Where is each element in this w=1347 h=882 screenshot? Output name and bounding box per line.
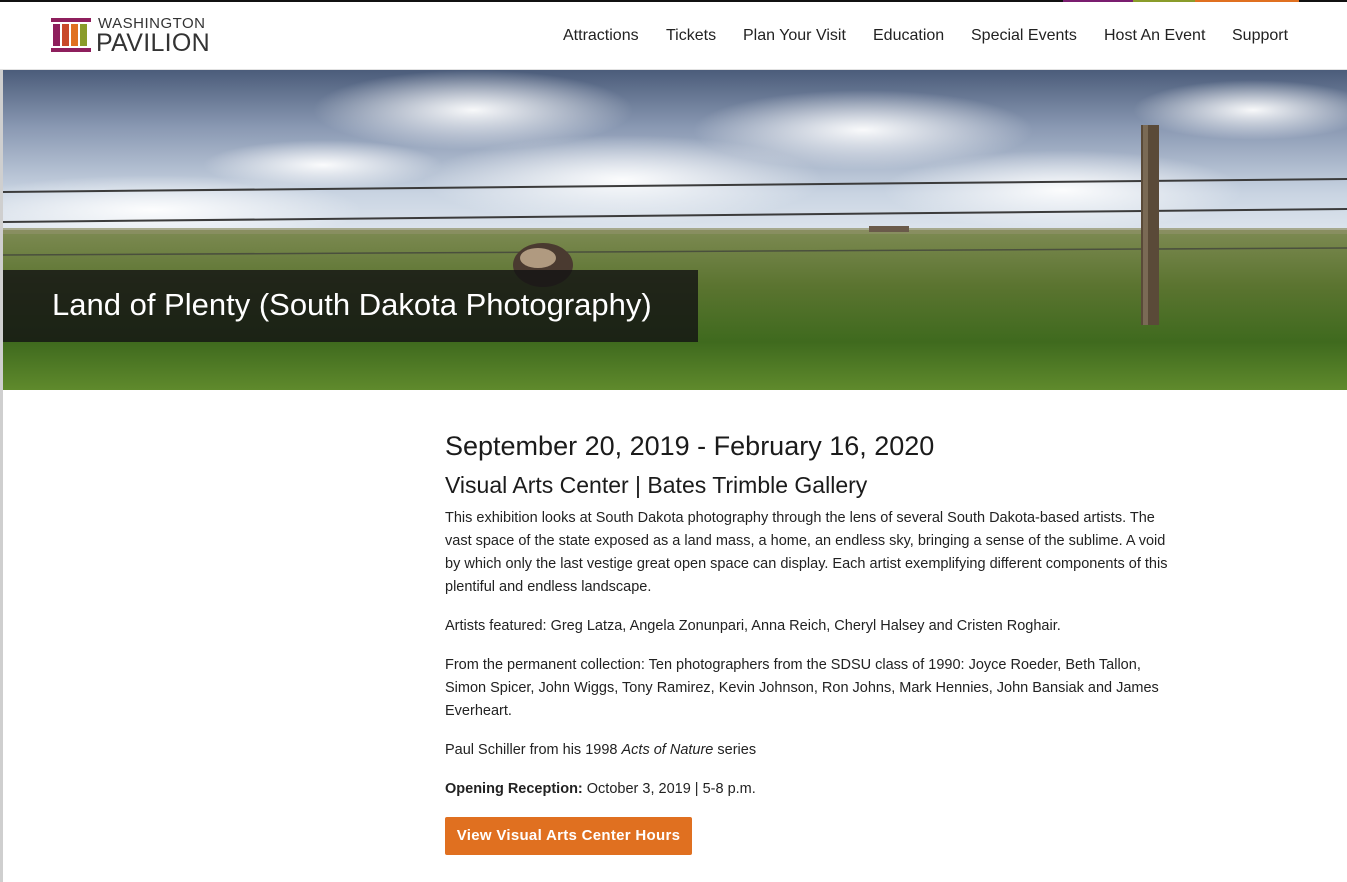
- top-accent-purple: [1063, 0, 1133, 2]
- page-title: Land of Plenty (South Dakota Photography…: [52, 287, 652, 322]
- prairie-photo: [3, 70, 1347, 390]
- site-logo[interactable]: WASHINGTON PAVILION: [51, 14, 221, 56]
- schiller-note: Paul Schiller from his 1998 Acts of Natu…: [445, 739, 1175, 762]
- nav-special-events[interactable]: Special Events: [971, 26, 1077, 46]
- exhibit-venue: Visual Arts Center | Bates Trimble Galle…: [445, 472, 868, 498]
- nav-attractions[interactable]: Attractions: [563, 26, 639, 46]
- exhibit-dates: September 20, 2019 - February 16, 2020: [445, 431, 935, 461]
- schiller-suffix: series: [713, 742, 757, 758]
- reception-value: October 3, 2019 | 5-8 p.m.: [582, 781, 756, 797]
- permanent-collection: From the permanent collection: Ten photo…: [445, 657, 1159, 719]
- view-hours-button[interactable]: View Visual Arts Center Hours: [445, 817, 692, 855]
- top-accent-orange: [1195, 0, 1299, 2]
- opening-reception: Opening Reception: October 3, 2019 | 5-8…: [445, 778, 1175, 801]
- nav-education[interactable]: Education: [873, 26, 944, 46]
- schiller-prefix: Paul Schiller from his 1998: [445, 742, 622, 758]
- exhibit-description: This exhibition looks at South Dakota ph…: [445, 510, 1168, 595]
- hero-title-box: Land of Plenty (South Dakota Photography…: [3, 270, 698, 342]
- schiller-series: Acts of Nature: [621, 742, 714, 758]
- artists-featured: Artists featured: Greg Latza, Angela Zon…: [445, 618, 1061, 634]
- nav-tickets[interactable]: Tickets: [666, 26, 716, 46]
- pavilion-logo-icon: [51, 18, 91, 52]
- hero-banner: Land of Plenty (South Dakota Photography…: [3, 70, 1347, 390]
- nav-host-an-event[interactable]: Host An Event: [1104, 26, 1205, 46]
- nav-plan-your-visit[interactable]: Plan Your Visit: [743, 26, 846, 46]
- logo-text-line2: PAVILION: [96, 29, 211, 57]
- top-accent-green: [1133, 0, 1195, 2]
- nav-support[interactable]: Support: [1232, 26, 1288, 46]
- reception-label: Opening Reception:: [445, 781, 583, 797]
- site-header: WASHINGTON PAVILION Attractions Tickets …: [0, 0, 1347, 70]
